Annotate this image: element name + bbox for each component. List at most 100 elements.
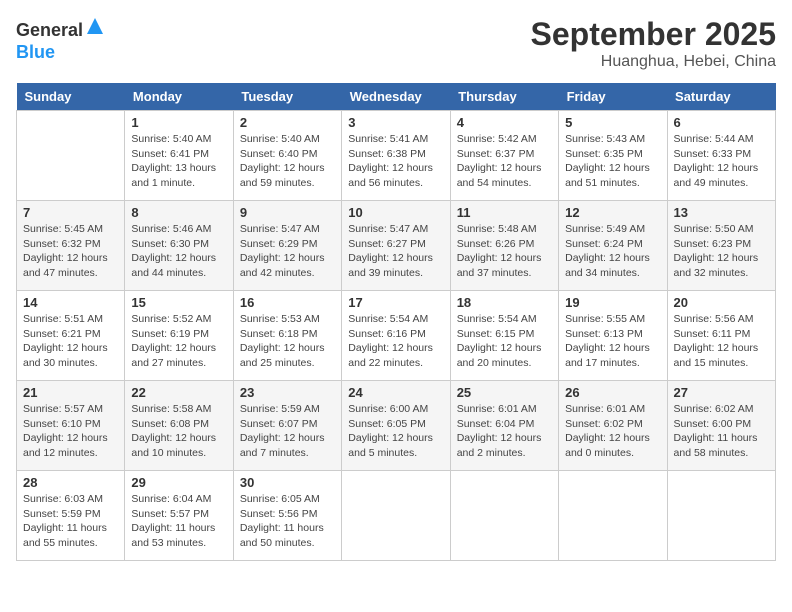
calendar-cell — [559, 471, 667, 561]
day-number: 17 — [348, 295, 443, 310]
day-info: Sunrise: 5:42 AMSunset: 6:37 PMDaylight:… — [457, 132, 552, 191]
calendar-cell — [450, 471, 558, 561]
weekday-header: Monday — [125, 83, 233, 111]
calendar-week-row: 21 Sunrise: 5:57 AMSunset: 6:10 PMDayligh… — [17, 381, 776, 471]
day-info: Sunrise: 5:43 AMSunset: 6:35 PMDaylight:… — [565, 132, 660, 191]
day-info: Sunrise: 5:48 AMSunset: 6:26 PMDaylight:… — [457, 222, 552, 281]
calendar-cell: 6Sunrise: 5:44 AMSunset: 6:33 PMDaylight… — [667, 111, 775, 201]
day-number: 23 — [240, 385, 335, 400]
day-number: 22 — [131, 385, 226, 400]
calendar-cell: 8 Sunrise: 5:46 AMSunset: 6:30 PMDaylight… — [125, 201, 233, 291]
day-info: Sunrise: 5:57 AMSunset: 6:10 PMDaylight:… — [23, 402, 118, 461]
day-info: Sunrise: 5:41 AMSunset: 6:38 PMDaylight:… — [348, 132, 443, 191]
calendar-cell: 22Sunrise: 5:58 AMSunset: 6:08 PMDayligh… — [125, 381, 233, 471]
calendar-cell: 5 Sunrise: 5:43 AMSunset: 6:35 PMDaylight… — [559, 111, 667, 201]
day-info: Sunrise: 6:02 AMSunset: 6:00 PMDaylight:… — [674, 402, 769, 461]
day-number: 12 — [565, 205, 660, 220]
day-info: Sunrise: 6:04 AMSunset: 5:57 PMDaylight:… — [131, 492, 226, 551]
calendar-cell: 29 Sunrise: 6:04 AMSunset: 5:57 PMDayligh… — [125, 471, 233, 561]
calendar-cell: 30 Sunrise: 6:05 AMSunset: 5:56 PMDayligh… — [233, 471, 341, 561]
day-number: 26 — [565, 385, 660, 400]
calendar-cell: 4 Sunrise: 5:42 AMSunset: 6:37 PMDaylight… — [450, 111, 558, 201]
day-number: 18 — [457, 295, 552, 310]
day-number: 6 — [674, 115, 769, 130]
weekday-header: Wednesday — [342, 83, 450, 111]
calendar-cell: 11 Sunrise: 5:48 AMSunset: 6:26 PMDayligh… — [450, 201, 558, 291]
weekday-header-row: SundayMondayTuesdayWednesdayThursdayFrid… — [17, 83, 776, 111]
day-info: Sunrise: 5:55 AMSunset: 6:13 PMDaylight:… — [565, 312, 660, 371]
calendar-cell: 13Sunrise: 5:50 AMSunset: 6:23 PMDayligh… — [667, 201, 775, 291]
day-info: Sunrise: 5:40 AMSunset: 6:41 PMDaylight:… — [131, 132, 226, 191]
day-info: Sunrise: 6:03 AMSunset: 5:59 PMDaylight:… — [23, 492, 118, 551]
logo-general-text: General — [16, 20, 83, 40]
day-number: 19 — [565, 295, 660, 310]
day-info: Sunrise: 6:01 AMSunset: 6:02 PMDaylight:… — [565, 402, 660, 461]
day-info: Sunrise: 5:45 AMSunset: 6:32 PMDaylight:… — [23, 222, 118, 281]
weekday-header: Sunday — [17, 83, 125, 111]
day-number: 21 — [23, 385, 118, 400]
calendar-week-row: 28Sunrise: 6:03 AMSunset: 5:59 PMDayligh… — [17, 471, 776, 561]
day-info: Sunrise: 5:50 AMSunset: 6:23 PMDaylight:… — [674, 222, 769, 281]
calendar-cell: 15Sunrise: 5:52 AMSunset: 6:19 PMDayligh… — [125, 291, 233, 381]
day-number: 15 — [131, 295, 226, 310]
calendar-cell: 2Sunrise: 5:40 AMSunset: 6:40 PMDaylight… — [233, 111, 341, 201]
calendar-week-row: 1Sunrise: 5:40 AMSunset: 6:41 PMDaylight… — [17, 111, 776, 201]
day-info: Sunrise: 5:40 AMSunset: 6:40 PMDaylight:… — [240, 132, 335, 191]
calendar-cell: 25Sunrise: 6:01 AMSunset: 6:04 PMDayligh… — [450, 381, 558, 471]
weekday-header: Saturday — [667, 83, 775, 111]
calendar-table: SundayMondayTuesdayWednesdayThursdayFrid… — [16, 83, 776, 561]
calendar-cell — [667, 471, 775, 561]
day-info: Sunrise: 5:51 AMSunset: 6:21 PMDaylight:… — [23, 312, 118, 371]
page-header: General Blue September 2025 Huanghua, He… — [16, 16, 776, 71]
day-number: 20 — [674, 295, 769, 310]
day-number: 16 — [240, 295, 335, 310]
day-number: 4 — [457, 115, 552, 130]
calendar-cell: 24Sunrise: 6:00 AMSunset: 6:05 PMDayligh… — [342, 381, 450, 471]
calendar-cell: 12 Sunrise: 5:49 AMSunset: 6:24 PMDayligh… — [559, 201, 667, 291]
day-info: Sunrise: 5:47 AMSunset: 6:29 PMDaylight:… — [240, 222, 335, 281]
day-info: Sunrise: 5:46 AMSunset: 6:30 PMDaylight:… — [131, 222, 226, 281]
day-info: Sunrise: 5:54 AMSunset: 6:16 PMDaylight:… — [348, 312, 443, 371]
day-info: Sunrise: 5:47 AMSunset: 6:27 PMDaylight:… — [348, 222, 443, 281]
day-number: 5 — [565, 115, 660, 130]
calendar-cell: 1Sunrise: 5:40 AMSunset: 6:41 PMDaylight… — [125, 111, 233, 201]
calendar-cell: 3Sunrise: 5:41 AMSunset: 6:38 PMDaylight… — [342, 111, 450, 201]
day-number: 11 — [457, 205, 552, 220]
calendar-cell: 14 Sunrise: 5:51 AMSunset: 6:21 PMDayligh… — [17, 291, 125, 381]
logo-blue-text: Blue — [16, 42, 55, 62]
day-number: 27 — [674, 385, 769, 400]
day-info: Sunrise: 5:54 AMSunset: 6:15 PMDaylight:… — [457, 312, 552, 371]
logo: General Blue — [16, 16, 105, 63]
calendar-cell: 9 Sunrise: 5:47 AMSunset: 6:29 PMDaylight… — [233, 201, 341, 291]
day-info: Sunrise: 6:01 AMSunset: 6:04 PMDaylight:… — [457, 402, 552, 461]
calendar-cell — [342, 471, 450, 561]
calendar-cell: 10Sunrise: 5:47 AMSunset: 6:27 PMDayligh… — [342, 201, 450, 291]
day-number: 7 — [23, 205, 118, 220]
calendar-week-row: 14 Sunrise: 5:51 AMSunset: 6:21 PMDayligh… — [17, 291, 776, 381]
day-info: Sunrise: 5:56 AMSunset: 6:11 PMDaylight:… — [674, 312, 769, 371]
calendar-cell: 16Sunrise: 5:53 AMSunset: 6:18 PMDayligh… — [233, 291, 341, 381]
calendar-cell: 27 Sunrise: 6:02 AMSunset: 6:00 PMDayligh… — [667, 381, 775, 471]
title-block: September 2025 Huanghua, Hebei, China — [531, 16, 776, 71]
calendar-cell: 7 Sunrise: 5:45 AMSunset: 6:32 PMDaylight… — [17, 201, 125, 291]
month-title: September 2025 — [531, 16, 776, 53]
day-number: 30 — [240, 475, 335, 490]
day-info: Sunrise: 6:05 AMSunset: 5:56 PMDaylight:… — [240, 492, 335, 551]
calendar-cell: 28Sunrise: 6:03 AMSunset: 5:59 PMDayligh… — [17, 471, 125, 561]
calendar-cell: 18 Sunrise: 5:54 AMSunset: 6:15 PMDayligh… — [450, 291, 558, 381]
calendar-cell: 20 Sunrise: 5:56 AMSunset: 6:11 PMDayligh… — [667, 291, 775, 381]
day-info: Sunrise: 5:49 AMSunset: 6:24 PMDaylight:… — [565, 222, 660, 281]
weekday-header: Friday — [559, 83, 667, 111]
calendar-cell: 21 Sunrise: 5:57 AMSunset: 6:10 PMDayligh… — [17, 381, 125, 471]
day-number: 29 — [131, 475, 226, 490]
day-info: Sunrise: 6:00 AMSunset: 6:05 PMDaylight:… — [348, 402, 443, 461]
calendar-cell: 17 Sunrise: 5:54 AMSunset: 6:16 PMDayligh… — [342, 291, 450, 381]
location: Huanghua, Hebei, China — [531, 53, 776, 71]
day-number: 8 — [131, 205, 226, 220]
calendar-cell — [17, 111, 125, 201]
calendar-cell: 23 Sunrise: 5:59 AMSunset: 6:07 PMDayligh… — [233, 381, 341, 471]
day-number: 9 — [240, 205, 335, 220]
calendar-cell: 26 Sunrise: 6:01 AMSunset: 6:02 PMDayligh… — [559, 381, 667, 471]
day-info: Sunrise: 5:59 AMSunset: 6:07 PMDaylight:… — [240, 402, 335, 461]
day-number: 14 — [23, 295, 118, 310]
